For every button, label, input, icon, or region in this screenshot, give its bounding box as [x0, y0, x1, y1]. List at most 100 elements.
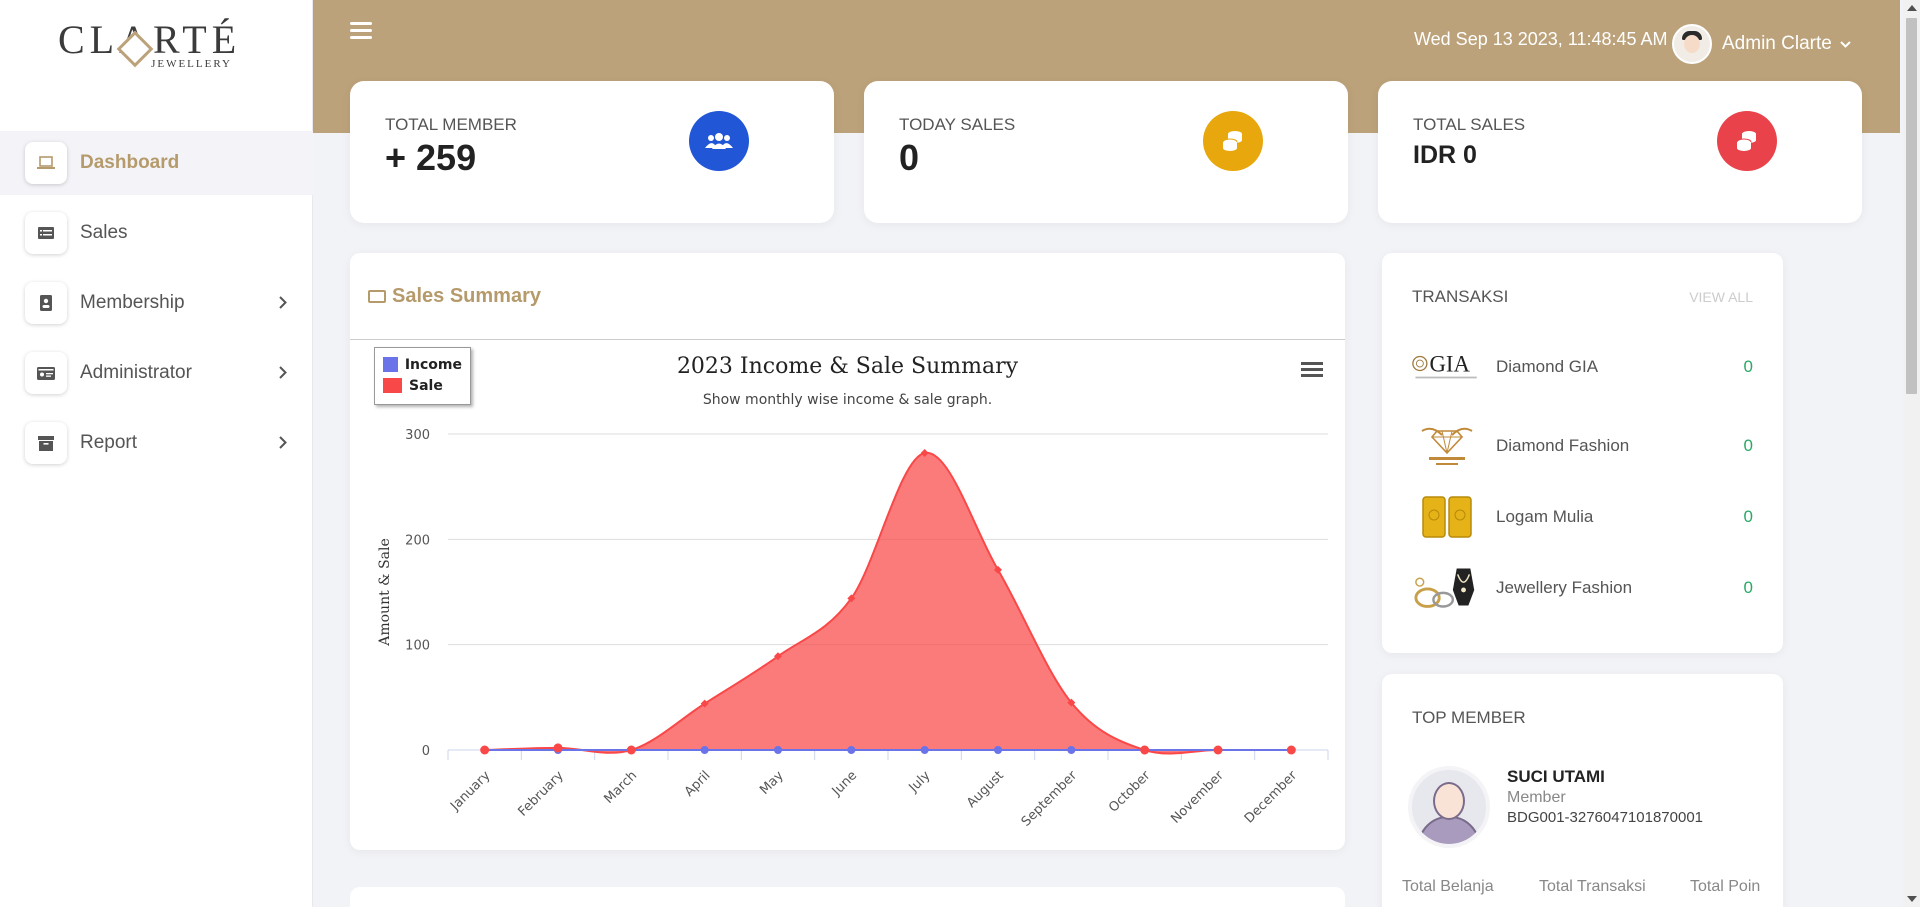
scroll-thumb[interactable]	[1906, 18, 1917, 394]
view-all-link[interactable]: VIEW ALL	[1689, 289, 1753, 305]
transaksi-item-logam-mulia[interactable]: Logam Mulia 0	[1412, 487, 1755, 547]
transaksi-item-name: Jewellery Fashion	[1496, 578, 1633, 597]
transaksi-item-jewellery-fashion[interactable]: Jewellery Fashion 0	[1412, 558, 1755, 618]
income-point	[920, 746, 929, 754]
stat-title: TODAY SALES	[899, 115, 1016, 134]
hamburger-menu-icon[interactable]	[350, 22, 372, 40]
income-point	[994, 746, 1002, 754]
bottom-card	[350, 887, 1345, 907]
legend-swatch	[383, 378, 402, 393]
x-tick-label: June	[829, 768, 860, 799]
chart-menu-icon[interactable]	[1301, 362, 1323, 380]
scroll-down-arrow-icon[interactable]	[1907, 896, 1917, 902]
sidebar-item-label: Report	[80, 432, 138, 453]
stat-card-total-member: TOTAL MEMBER + 259	[350, 81, 834, 223]
chevron-right-icon	[279, 293, 287, 314]
users-icon	[689, 111, 749, 171]
sales-summary-header: Sales Summary	[350, 253, 1345, 340]
sale-point	[626, 745, 636, 755]
sale-point	[480, 745, 490, 755]
chart-canvas: 0 100 200 300 Amount & Sale January February Ma…	[377, 428, 1329, 830]
transaksi-item-value: 0	[1743, 436, 1753, 455]
top-member-card: TOP MEMBER SUCI UTAMI Member BDG001-3276…	[1382, 674, 1783, 907]
page-scrollbar[interactable]	[1903, 0, 1920, 907]
sidebar-item-sales[interactable]: Sales	[0, 201, 313, 265]
y-tick-label: 300	[405, 428, 430, 443]
x-tick-label: August	[964, 768, 1007, 811]
top-member-title: TOP MEMBER	[1412, 708, 1526, 727]
sales-summary-card: Sales Summary 0 100 200 300 Amount & Sale Jan…	[350, 253, 1345, 850]
x-tick-label: September	[1019, 768, 1081, 830]
chart-title: 2023 Income & Sale Summary	[676, 354, 1019, 379]
transaksi-item-value: 0	[1743, 507, 1753, 526]
y-tick-label: 0	[422, 744, 430, 759]
username: Admin Clarte	[1722, 33, 1832, 54]
transaksi-item-value: 0	[1743, 578, 1753, 597]
income-point	[1067, 746, 1076, 754]
sidebar-item-membership[interactable]: Membership	[0, 271, 313, 335]
legend-label: Income	[404, 356, 462, 373]
chevron-down-icon	[1840, 37, 1851, 51]
svg-text:GIA: GIA	[1430, 351, 1471, 376]
transaksi-item-diamond-fashion[interactable]: Diamond Fashion 0	[1412, 416, 1755, 476]
gia-logo-icon: GIA	[1412, 342, 1482, 392]
y-tick-label: 100	[405, 639, 430, 654]
income-point	[847, 746, 856, 754]
chevron-right-icon	[279, 363, 287, 384]
x-tick-label: March	[602, 768, 641, 807]
transaksi-title: TRANSAKSI	[1412, 287, 1509, 306]
stat-card-today-sales: TODAY SALES 0	[864, 81, 1348, 223]
stat-value: 0	[899, 137, 920, 178]
id-card-icon	[25, 352, 67, 394]
logo-sub: JEWELLERY	[151, 58, 232, 70]
stat-value: IDR 0	[1413, 141, 1477, 169]
x-tick-label: December	[1242, 768, 1301, 827]
jewellery-icon	[1412, 563, 1482, 613]
x-tick-label: November	[1168, 768, 1227, 827]
list-icon	[25, 212, 67, 254]
sidebar-item-dashboard[interactable]: Dashboard	[0, 131, 313, 195]
x-tick-label: January	[447, 768, 493, 814]
stat-label-total-belanja: Total Belanja	[1402, 878, 1494, 895]
sales-summary-title: Sales Summary	[392, 284, 541, 307]
sale-area	[484, 452, 1292, 754]
legend-item-income[interactable]: Income	[383, 354, 462, 375]
avatar	[1672, 24, 1712, 64]
x-tick-label: April	[682, 768, 714, 800]
sale-point	[1140, 745, 1150, 755]
transaksi-card: TRANSAKSI VIEW ALL GIA Diamond GIA 0 Dia…	[1382, 253, 1783, 653]
user-menu[interactable]: Admin Clarte	[1672, 24, 1851, 64]
sidebar-item-label: Administrator	[80, 362, 192, 383]
sidebar-item-label: Dashboard	[80, 152, 180, 173]
laptop-icon	[25, 142, 67, 184]
sidebar: CLARTÉ JEWELLERY Dashboard Sales Members…	[0, 0, 313, 907]
sidebar-item-administrator[interactable]: Administrator	[0, 341, 313, 405]
stat-value: + 259	[385, 137, 477, 178]
transaksi-item-name: Diamond Fashion	[1496, 436, 1630, 455]
sale-point	[553, 743, 563, 753]
legend-swatch	[383, 357, 398, 372]
coins-icon	[1203, 111, 1263, 171]
income-sale-chart: 0 100 200 300 Amount & Sale January February Ma…	[350, 340, 1345, 848]
chart-legend: Income Sale	[374, 347, 471, 405]
member-role: Member	[1507, 789, 1566, 806]
archive-icon	[25, 422, 67, 464]
transaksi-item-diamond-gia[interactable]: GIA Diamond GIA 0	[1412, 337, 1755, 397]
transaksi-item-name: Diamond GIA	[1496, 357, 1599, 376]
y-tick-label: 200	[405, 533, 430, 548]
chevron-right-icon	[279, 433, 287, 454]
gold-bar-icon	[1412, 492, 1482, 542]
x-tick-label: July	[906, 768, 934, 796]
clarte-logo[interactable]: CLARTÉ JEWELLERY	[58, 20, 238, 76]
id-badge-icon	[25, 282, 67, 324]
legend-item-sale[interactable]: Sale	[383, 375, 462, 396]
sidebar-item-label: Membership	[80, 292, 185, 313]
transaksi-item-value: 0	[1743, 357, 1753, 376]
avatar	[1408, 766, 1490, 848]
sidebar-item-report[interactable]: Report	[0, 411, 313, 475]
x-tick-label: May	[757, 768, 787, 798]
sidebar-item-label: Sales	[80, 222, 128, 243]
scroll-up-arrow-icon[interactable]	[1907, 5, 1917, 11]
sidebar-nav: Dashboard Sales Membership Administrator	[0, 131, 313, 481]
chart-subtitle: Show monthly wise income & sale graph.	[702, 392, 993, 408]
